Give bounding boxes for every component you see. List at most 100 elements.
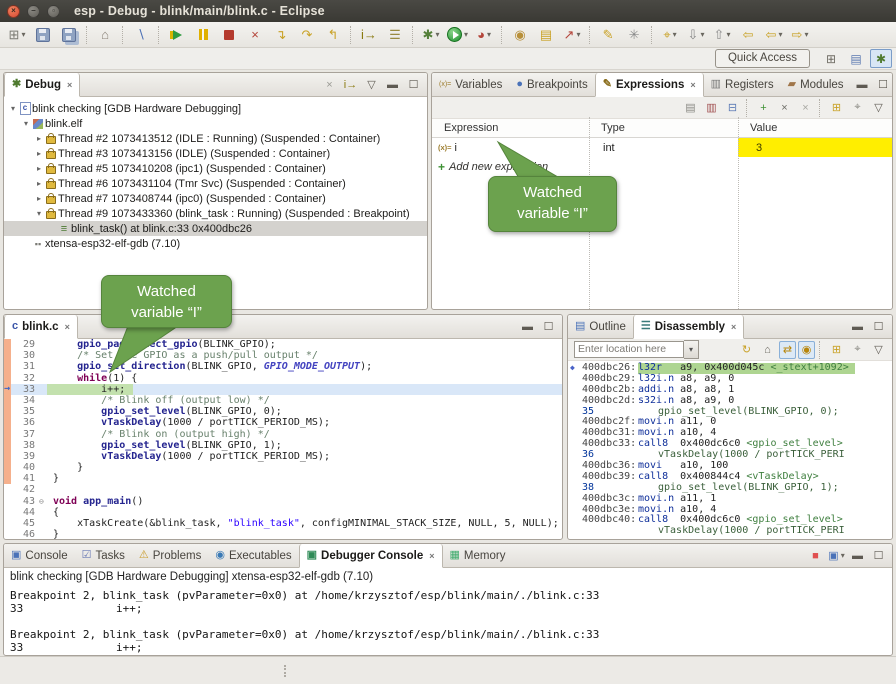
open-resource-button[interactable]: ▤ [534,24,558,46]
debug-tree-item[interactable]: ▾blink.elf [4,116,427,131]
debug-tree-item[interactable]: ▪▪xtensa-esp32-elf-gdb (7.10) [4,236,427,251]
expression-value[interactable]: 3 [738,138,892,157]
code-line-37[interactable]: 37 /* Blink on (output high) */ [4,429,562,440]
debug-tree-item[interactable]: ▾Thread #9 1073433360 (blink_task : Runn… [4,206,427,221]
debug-tree-item[interactable]: ▸Thread #5 1073410208 (ipc1) (Suspended … [4,161,427,176]
tree-expander-icon[interactable]: ▾ [34,209,44,218]
track-expression-button[interactable]: ◉ [798,341,815,359]
launch-wizard-button[interactable]: ↗▾ [560,24,584,46]
code-line-38[interactable]: 38 gpio_set_level(BLINK_GPIO, 1); [4,440,562,451]
tree-expander-icon[interactable]: ▸ [34,194,44,203]
column-expression[interactable]: Expression [432,122,589,134]
pin-editor-button[interactable]: ⌖▾ [658,24,682,46]
dropdown-arrow-icon[interactable]: ▾ [726,30,730,39]
use-step-filters-button[interactable]: ☰ [383,24,407,46]
tab-expressions[interactable]: ✎Expressions× [595,73,704,97]
maximize-button[interactable]: ☐ [404,76,423,94]
pin-view-button[interactable]: ⌖ [848,99,867,117]
close-tab-icon[interactable]: × [690,80,695,90]
step-return-button[interactable]: ↰ [321,24,345,46]
last-edit-location-button[interactable]: ⇦ [736,24,760,46]
console-output[interactable]: Breakpoint 2, blink_task (pvParameter=0x… [4,586,892,654]
collapse-all-button[interactable]: ⊟ [723,99,742,117]
combo-dropdown-icon[interactable]: ▾ [684,340,699,359]
disasm-source-line[interactable]: vTaskDelay(1000 / portTICK_PERI [568,526,892,537]
column-divider[interactable] [738,117,739,309]
save-button[interactable] [31,24,55,46]
open-perspective-button[interactable]: ⊞ [820,49,842,68]
add-expression-row[interactable]: +Add new expression [432,157,892,176]
column-type[interactable]: Type [589,122,738,134]
debug-tree-item[interactable]: ▸Thread #2 1073413512 (IDLE : Running) (… [4,131,427,146]
view-menu-button[interactable]: ▽ [362,76,381,94]
code-line-35[interactable]: 35 gpio_set_level(BLINK_GPIO, 0); [4,406,562,417]
code-line-29[interactable]: 29 gpio_pad_select_gpio(BLINK_GPIO); [4,339,562,350]
terminate-console-button[interactable]: ■ [806,547,825,565]
dropdown-arrow-icon[interactable]: ▾ [464,30,468,39]
show-logical-structures-button[interactable]: ▥ [702,99,721,117]
maximize-button[interactable]: ☐ [869,547,888,565]
location-input[interactable]: Enter location here [574,341,684,358]
location-combo[interactable]: Enter location here▾ [574,340,699,359]
tab-debugger-console[interactable]: ▣Debugger Console× [299,544,443,568]
dropdown-arrow-icon[interactable]: ▾ [673,30,677,39]
view-menu-button[interactable]: ▽ [869,341,888,359]
disconnect-button[interactable]: × [243,24,267,46]
tree-expander-icon[interactable]: ▾ [21,119,31,128]
format-button[interactable]: ✎ [596,24,620,46]
code-line-34[interactable]: 34 /* Blink off (output low) */ [4,395,562,406]
minimize-button[interactable]: ▬ [383,76,402,94]
window-minimize-button[interactable]: – [27,5,40,18]
open-element-button[interactable]: ◉ [508,24,532,46]
maximize-button[interactable]: ☐ [874,76,893,94]
debug-tree-item[interactable]: ▸Thread #7 1073408744 (ipc0) (Suspended … [4,191,427,206]
link-view-button[interactable]: ⌖ [848,341,867,359]
code-line-31[interactable]: 31 gpio_set_direction(BLINK_GPIO, GPIO_M… [4,361,562,372]
maximize-button[interactable]: ☐ [869,318,888,336]
disasm-instruction[interactable]: 400dbc2d:s32i.n a8, a9, 0 [568,396,892,407]
tree-expander-icon[interactable]: ▸ [34,149,44,158]
home-button[interactable]: ⌂ [758,341,777,359]
step-into-button[interactable]: ↴ [269,24,293,46]
remove-all-terminated-button[interactable]: × [320,76,339,94]
code-line-45[interactable]: 45 xTaskCreate(&blink_task, "blink_task"… [4,518,562,529]
coverage-button[interactable]: ◕▾ [472,24,496,46]
remove-all-expressions-button[interactable]: × [796,99,815,117]
close-tab-icon[interactable]: × [65,322,70,332]
tab-modules[interactable]: ▰Modules [781,73,851,96]
tab-tasks[interactable]: ☑Tasks [75,544,132,567]
sash-handle[interactable] [284,663,287,679]
code-line-36[interactable]: 36 vTaskDelay(1000 / portTICK_PERIOD_MS)… [4,417,562,428]
expression-row[interactable]: (x)=iint3 [432,138,892,157]
instruction-stepping-mode-button[interactable]: i→ [341,76,360,94]
display-selected-console-button[interactable]: ▣▾ [827,547,846,565]
dropdown-arrow-icon[interactable]: ▾ [841,551,845,560]
code-line-33[interactable]: →33 i++; [4,384,562,395]
build-button[interactable]: ⌂ [93,24,117,46]
fold-marker-icon[interactable]: ⊖ [39,496,47,507]
debug-tree-item[interactable]: ▸Thread #6 1073431104 (Tmr Svc) (Suspend… [4,176,427,191]
close-tab-icon[interactable]: × [429,551,434,561]
new-view-button[interactable]: ⊞ [827,99,846,117]
tab-registers[interactable]: ▥Registers [704,73,781,96]
disasm-instruction[interactable]: 400dbc3c:movi.n a11, 1 [568,494,892,505]
tab-outline[interactable]: ▤Outline [568,315,633,338]
previous-annotation-button[interactable]: ⇧▾ [710,24,734,46]
close-tab-icon[interactable]: × [731,322,736,332]
terminate-button[interactable] [217,24,241,46]
code-line-30[interactable]: 30 /* Set the GPIO as a push/pull output… [4,350,562,361]
tab-disassembly[interactable]: ☰Disassembly× [633,315,744,339]
dropdown-arrow-icon[interactable]: ▾ [576,30,580,39]
code-line-32[interactable]: 32 while(1) { [4,373,562,384]
tab-breakpoints[interactable]: ●Breakpoints [509,73,594,96]
debug-button[interactable]: ✱▾ [419,24,443,46]
tab-executables[interactable]: ◉Executables [208,544,298,567]
debug-tree-item[interactable]: ≡blink_task() at blink.c:33 0x400dbc26 [4,221,427,236]
next-annotation-button[interactable]: ⇩▾ [684,24,708,46]
quick-access-button[interactable]: Quick Access [715,49,810,68]
dropdown-arrow-icon[interactable]: ▾ [21,30,25,39]
new-wizard-button[interactable]: ⊞▾ [5,24,29,46]
window-close-button[interactable]: × [7,5,20,18]
save-all-button[interactable] [57,24,81,46]
code-editor[interactable]: 29 gpio_pad_select_gpio(BLINK_GPIO);30 /… [4,339,562,540]
